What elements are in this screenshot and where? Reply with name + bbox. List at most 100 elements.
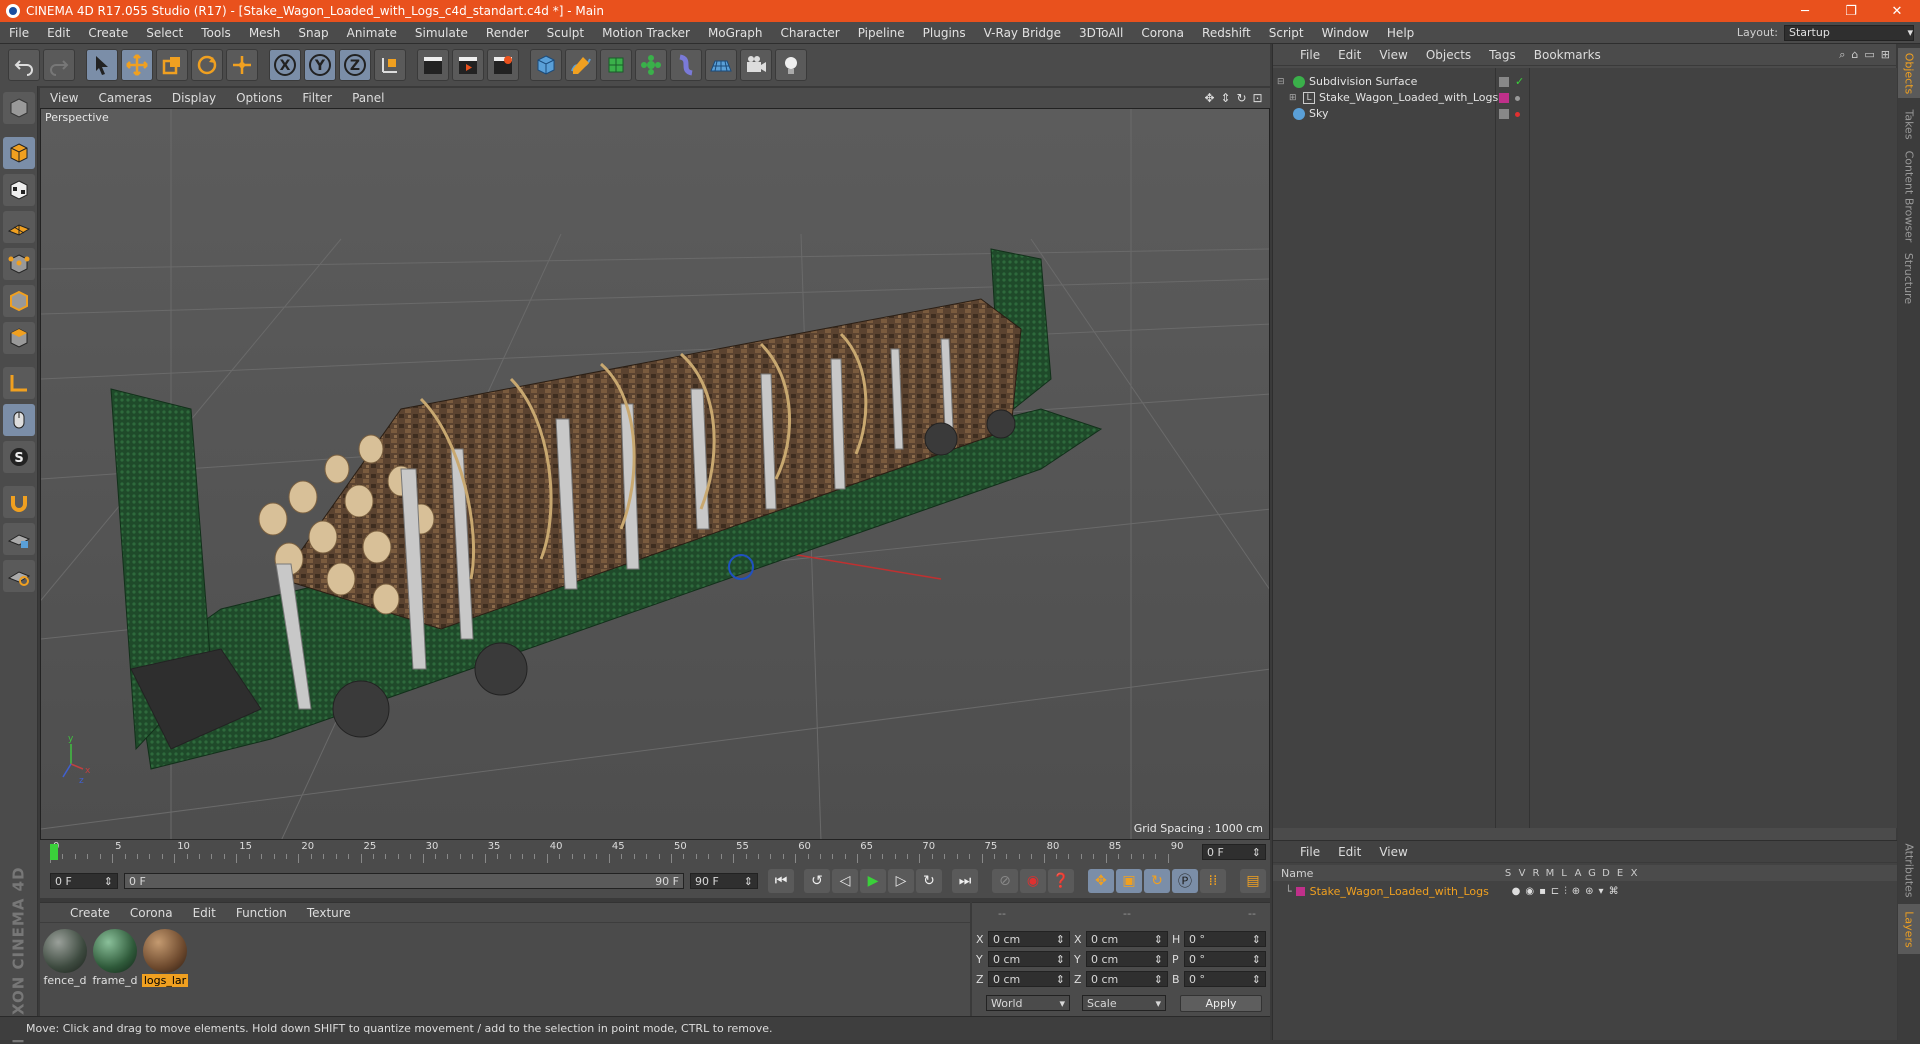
x-axis-lock-button[interactable]: X xyxy=(269,49,301,81)
mat-menu-create[interactable]: Create xyxy=(60,906,120,920)
menu-select[interactable]: Select xyxy=(137,26,192,40)
add-spline-button[interactable] xyxy=(565,49,597,81)
menu-mograph[interactable]: MoGraph xyxy=(699,26,772,40)
point-level-key-button[interactable]: ⁞⁞ xyxy=(1200,869,1226,893)
layer-menu-file[interactable]: File xyxy=(1291,845,1329,859)
frame-range-slider[interactable]: 0 F 90 F xyxy=(124,873,684,889)
menu-tools[interactable]: Tools xyxy=(192,26,240,40)
start-frame-field[interactable]: 0 F ⇕ xyxy=(50,873,118,889)
expand-icon[interactable]: ⊞ xyxy=(1289,93,1299,103)
layer-column-header[interactable]: L xyxy=(1557,868,1571,879)
render-to-picture-viewer-button[interactable] xyxy=(452,49,484,81)
scale-tool-button[interactable] xyxy=(156,49,188,81)
menu-render[interactable]: Render xyxy=(477,26,538,40)
play-button[interactable]: ▶ xyxy=(860,869,886,893)
editor-visibility-toggle[interactable] xyxy=(1499,76,1509,87)
material-frame[interactable]: frame_d xyxy=(92,929,138,987)
obj-menu-tags[interactable]: Tags xyxy=(1480,48,1525,62)
menu-plugins[interactable]: Plugins xyxy=(914,26,975,40)
obj-menu-objects[interactable]: Objects xyxy=(1417,48,1480,62)
snap-button[interactable]: S xyxy=(2,441,35,473)
menu-simulate[interactable]: Simulate xyxy=(406,26,477,40)
rotation-b-field[interactable]: 0 ° ⇕ xyxy=(1184,971,1266,987)
menu-vray-bridge[interactable]: V-Ray Bridge xyxy=(975,26,1070,40)
layer-column-header[interactable]: X xyxy=(1627,868,1641,879)
orbit-icon[interactable]: ↻ xyxy=(1235,91,1248,105)
add-camera-button[interactable] xyxy=(740,49,772,81)
render-view-button[interactable] xyxy=(417,49,449,81)
menu-pipeline[interactable]: Pipeline xyxy=(849,26,914,40)
viewport-menu-display[interactable]: Display xyxy=(162,91,226,105)
layer-row[interactable]: └ Stake_Wagon_Loaded_with_Logs ● ◉ ▪ ⊏ ⫶ ⊕ ⊛ ▾ ⌘ xyxy=(1273,883,1897,899)
transform-tool-button[interactable] xyxy=(226,49,258,81)
add-array-button[interactable] xyxy=(635,49,667,81)
viewport-menu-view[interactable]: View xyxy=(40,91,88,105)
tab-structure[interactable]: Structure xyxy=(1898,248,1920,308)
tab-objects[interactable]: Objects xyxy=(1898,48,1920,98)
workplane-mode-button[interactable] xyxy=(2,211,35,243)
points-mode-button[interactable] xyxy=(2,248,35,280)
grid-rotate-button[interactable] xyxy=(2,560,35,592)
layer-color-swatch[interactable] xyxy=(1295,886,1305,896)
visibility-dots[interactable] xyxy=(1515,107,1520,120)
coordinate-system-button[interactable] xyxy=(374,49,406,81)
viewport-menu-panel[interactable]: Panel xyxy=(342,91,394,105)
add-deformer-button[interactable] xyxy=(670,49,702,81)
coord-mode-dropdown[interactable]: World ▾ xyxy=(986,995,1070,1011)
viewport-menu-options[interactable]: Options xyxy=(226,91,292,105)
record-active-objects-button[interactable]: ⊘ xyxy=(992,869,1018,893)
next-frame-button[interactable]: ▷ xyxy=(888,869,914,893)
previous-key-button[interactable]: ↺ xyxy=(804,869,830,893)
menu-character[interactable]: Character xyxy=(771,26,848,40)
menu-motion-tracker[interactable]: Motion Tracker xyxy=(593,26,699,40)
layer-column-header[interactable]: M xyxy=(1543,868,1557,879)
end-frame-field[interactable]: 90 F ⇕ xyxy=(690,873,758,889)
autokeying-button[interactable]: ◉ xyxy=(1020,869,1046,893)
restore-button[interactable]: ❐ xyxy=(1828,0,1874,22)
rotation-key-button[interactable]: ↻ xyxy=(1144,869,1170,893)
position-z-field[interactable]: 0 cm ⇕ xyxy=(988,971,1070,987)
minimize-button[interactable]: ─ xyxy=(1782,0,1828,22)
tweak-mode-button[interactable] xyxy=(2,404,35,436)
tab-layers[interactable]: Layers xyxy=(1898,904,1920,954)
rotation-h-field[interactable]: 0 ° ⇕ xyxy=(1184,931,1266,947)
current-frame-field[interactable]: 0 F ⇕ xyxy=(1202,844,1266,860)
layout-dropdown[interactable]: Startup ▾ xyxy=(1784,24,1914,41)
grid-lock-button[interactable] xyxy=(2,523,35,555)
obj-menu-bookmarks[interactable]: Bookmarks xyxy=(1525,48,1610,62)
layer-column-header[interactable]: E xyxy=(1613,868,1627,879)
edges-mode-button[interactable] xyxy=(2,285,35,317)
mat-menu-edit[interactable]: Edit xyxy=(183,906,226,920)
model-mode-button[interactable] xyxy=(2,137,35,169)
tab-takes[interactable]: Takes xyxy=(1898,104,1920,144)
previous-frame-button[interactable]: ◁ xyxy=(832,869,858,893)
layer-column-header[interactable]: D xyxy=(1599,868,1613,879)
object-row-sky[interactable]: Sky xyxy=(1273,104,1897,123)
size-x-field[interactable]: 0 cm ⇕ xyxy=(1086,931,1168,947)
layer-column-header[interactable]: V xyxy=(1515,868,1529,879)
z-axis-lock-button[interactable]: Z xyxy=(339,49,371,81)
obj-menu-view[interactable]: View xyxy=(1370,48,1416,62)
position-x-field[interactable]: 0 cm ⇕ xyxy=(988,931,1070,947)
y-axis-lock-button[interactable]: Y xyxy=(304,49,336,81)
tab-attributes[interactable]: Attributes xyxy=(1898,840,1920,900)
move-tool-button[interactable] xyxy=(121,49,153,81)
perspective-viewport[interactable]: y x z Perspective Grid Spacing : 1000 cm xyxy=(40,108,1270,840)
menu-3dtoall[interactable]: 3DToAll xyxy=(1070,26,1132,40)
make-editable-button[interactable] xyxy=(2,92,35,124)
add-floor-button[interactable] xyxy=(705,49,737,81)
position-key-button[interactable]: ✥ xyxy=(1088,869,1114,893)
menu-snap[interactable]: Snap xyxy=(289,26,337,40)
menu-mesh[interactable]: Mesh xyxy=(240,26,290,40)
material-fence[interactable]: fence_d xyxy=(42,929,88,987)
close-button[interactable]: ✕ xyxy=(1874,0,1920,22)
timeline-window-button[interactable]: ▤ xyxy=(1240,869,1266,893)
layer-column-header[interactable]: A xyxy=(1571,868,1585,879)
home-icon[interactable]: ⌂ xyxy=(1851,48,1858,62)
add-subdivision-button[interactable] xyxy=(600,49,632,81)
layer-color-swatch[interactable] xyxy=(1499,92,1509,103)
material-logs[interactable]: logs_lar xyxy=(142,929,188,987)
search-icon[interactable]: ⌕ xyxy=(1839,48,1845,62)
texture-mode-button[interactable] xyxy=(2,174,35,206)
collapse-icon[interactable]: ⊟ xyxy=(1277,77,1287,87)
